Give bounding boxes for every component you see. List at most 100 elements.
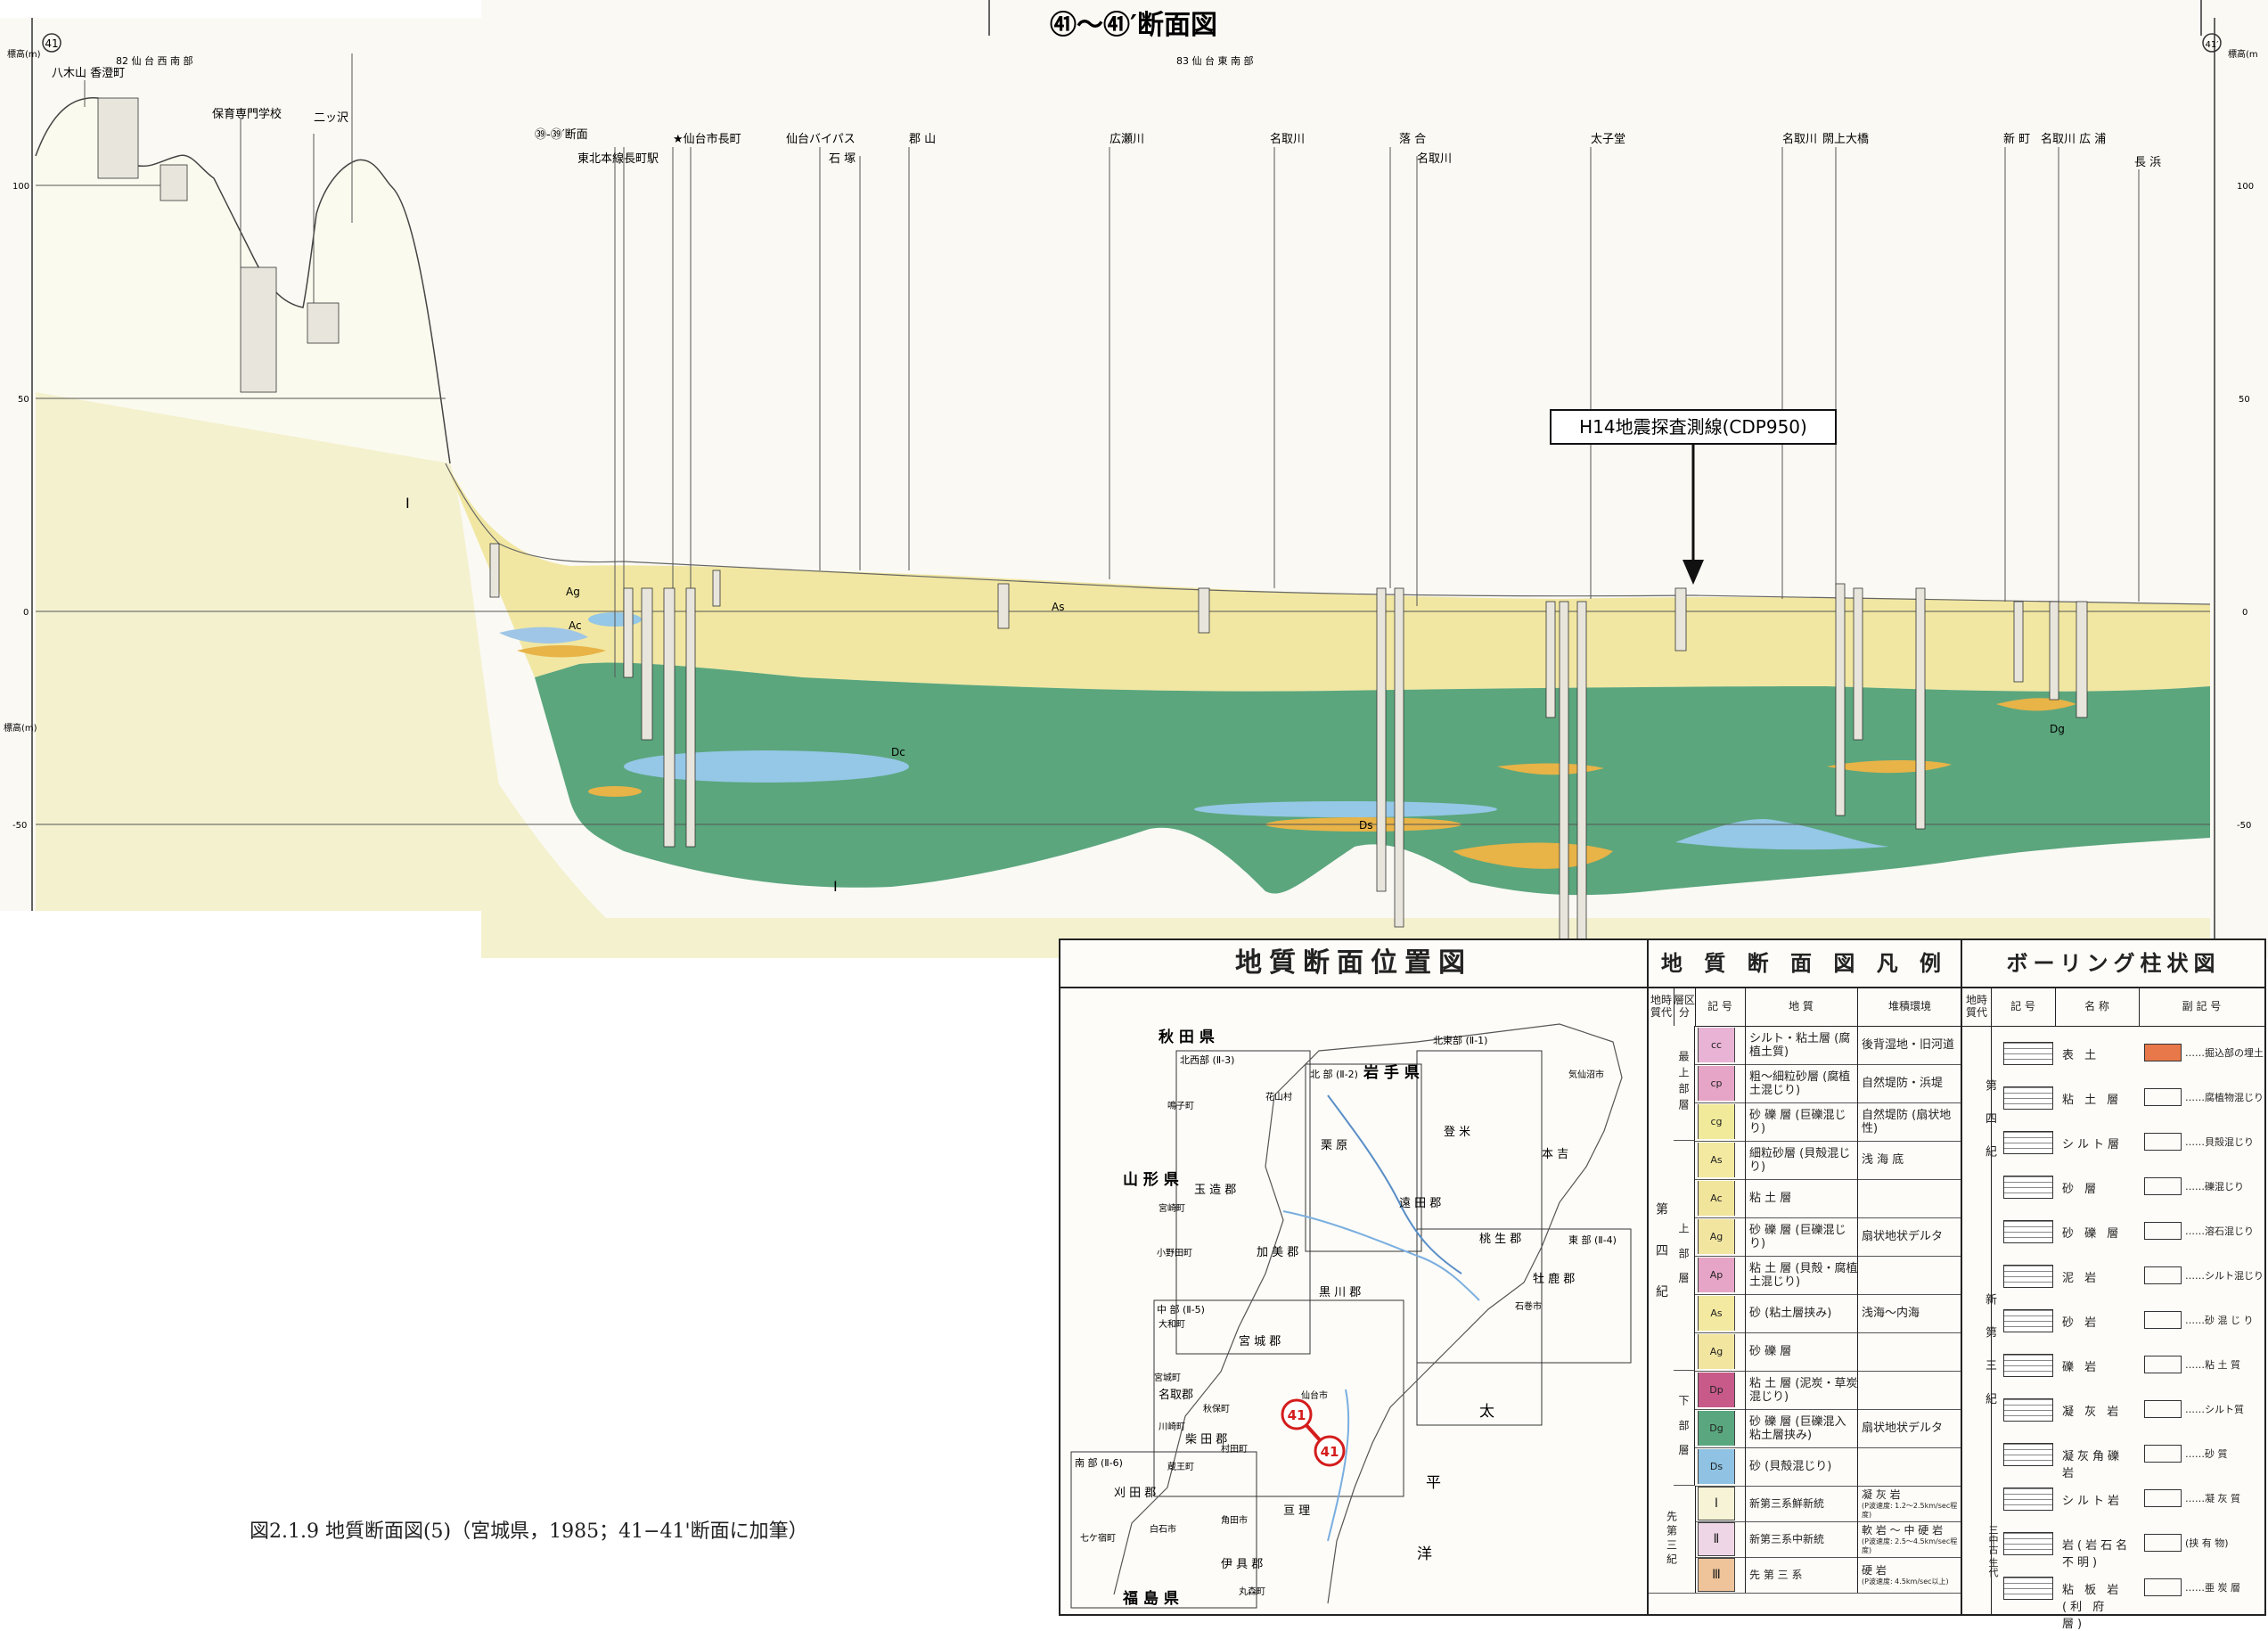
legend-environment: 後背湿地・旧河道 [1862,1038,1955,1052]
boring-row: 凝灰角礫岩 ……砂 質 [1962,1438,2264,1482]
district-label: 名取郡 [1159,1388,1193,1402]
boring-sub-symbol [2144,1400,2182,1418]
town-label: 宮崎町 [1159,1202,1185,1214]
legend-row: Ag 砂 礫 層 (巨礫混じり) 扇状地状デルタ [1649,1217,1961,1257]
legend-swatch: Ap [1698,1258,1735,1292]
boring-row: 礫 岩 ……粘 土 質 [1962,1348,2264,1393]
boring-row: シルト岩 ……凝 灰 質 [1962,1482,2264,1527]
place-label: 東北本線長町駅 [577,152,659,166]
place-label: 仙台バイパス [786,133,856,146]
boring-sub-symbol [2144,1133,2182,1151]
legend-group-label: 最上部層 [1674,1026,1695,1141]
section-legend-panel: 地 質 断 面 図 凡 例 地時質代 層区分 記 号 地 質 堆積環境 cc シル… [1649,940,1962,1614]
unit-label: Dc [891,746,905,758]
legend-basement-swatch: Ⅰ [1698,1487,1735,1520]
boring-sub-label: ……礫混じり [2185,1181,2244,1193]
boring-name: 凝 灰 岩 [2062,1406,2123,1419]
district-label: 栗 原 [1321,1139,1347,1152]
town-label: 秋保町 [1203,1403,1230,1414]
place-label: 石 塚 [829,152,856,166]
town-label: 丸森町 [1239,1586,1265,1597]
legend-geology: 砂 礫 層 (巨礫混じり) [1749,1108,1846,1135]
boring-symbol [2003,1443,2053,1466]
legend-basement-era: 新第三系鮮新統 [1749,1496,1825,1510]
boring-symbol [2003,1532,2053,1555]
boring-sub-symbol [2144,1445,2182,1463]
town-label: 蔵王町 [1167,1461,1194,1472]
place-label: 二ッ沢 [314,111,348,125]
legend-swatch: Ag [1698,1334,1735,1369]
district-label: 伊 具 郡 [1221,1558,1263,1571]
legend-header-cell: 層区分 [1674,987,1696,1026]
boring-sub-label: ……溶石混じり [2185,1225,2254,1237]
unit-label: Ds [1359,819,1373,832]
legend-swatch: Ds [1698,1449,1735,1484]
boring-row: 砂 岩 ……砂 混 じ り [1962,1304,2264,1348]
district-label: 本 吉 [1542,1148,1568,1161]
legend-environment: 扇状地状デルタ [1862,1422,1944,1435]
unit-label: Ag [566,586,580,598]
sheet-label: 中 部 (Ⅱ-5) [1157,1303,1205,1315]
boring-row: 泥 岩 ……シルト混じり [1962,1259,2264,1304]
section-mark-label: 41 [1288,1407,1306,1423]
legend-basement-era-column: 先第三紀 [1649,1486,1696,1593]
legend-geology: 砂 礫 層 [1749,1345,1792,1358]
elev-tick: 50 [18,395,29,405]
boring-row: 岩(岩石名不明) (挟 有 物) [1962,1527,2264,1571]
prefecture-label: 秋 田 県 [1159,1028,1215,1046]
boring-sub-symbol [2144,1222,2182,1240]
boring-sub-symbol [2144,1534,2182,1552]
sea-label: 平 [1426,1474,1441,1492]
elev-tick-right: 100 [2237,182,2254,192]
boring-header-cell: 副 記 号 [2182,1000,2222,1012]
sea-label: 洋 [1417,1545,1432,1563]
legend-basement-era: 新第三系中新統 [1749,1532,1825,1545]
boring-sub-symbol [2144,1489,2182,1507]
legend-geology: 砂 礫 層 (巨礫混じり) [1749,1223,1846,1250]
map-title: 地質断面位置図 [1060,940,1647,988]
sea-label: 太 [1479,1403,1494,1421]
left-section-marker: 41 [45,37,58,50]
district-label: 牡 鹿 郡 [1533,1272,1575,1286]
right-section-marker: 41′ [2206,40,2220,50]
town-label: 気仙沼市 [1568,1069,1604,1080]
legend-basement-swatch: Ⅱ [1698,1522,1735,1556]
district-label: 亘 理 [1283,1504,1310,1518]
legend-swatch: Ag [1698,1219,1735,1254]
prefecture-label: 岩 手 県 [1363,1063,1420,1082]
legend-group-label: 上 部 層 [1674,1141,1695,1371]
boring-row: 粘 土 層 ……腐植物混じり [1962,1081,2264,1126]
boring-header-cell: 記 号 [1991,987,2056,1026]
boring-symbol [2003,1042,2053,1065]
place-label: 広瀬川 [1109,133,1144,146]
boring-sub-symbol [2144,1266,2182,1284]
legend-row: cc シルト・粘土層 (腐植土質) 後背湿地・旧河道 [1649,1026,1961,1065]
district-label: 玉 造 郡 [1194,1184,1236,1197]
place-label: 新 町 [2003,132,2030,146]
boring-row: 粘 板 岩 (利 府 層) ……亜 炭 層 [1962,1571,2264,1631]
boring-sub-symbol [2144,1177,2182,1195]
boring-symbol [2003,1131,2053,1154]
legend-rows: cc シルト・粘土層 (腐植土質) 後背湿地・旧河道 cp 粗～細粒砂層 (腐植土混じり… [1649,1026,1961,1614]
place-label: 保育専門学校 [212,107,282,121]
boring-name: シルト岩 [2062,1495,2124,1508]
legend-row: cg 砂 礫 層 (巨礫混じり) 自然堤防 (扇状地性) [1649,1102,1961,1142]
town-label: 鳴子町 [1167,1100,1194,1111]
legend-header-cell: 地時質代 [1649,987,1674,1026]
section-mark-label: 41 [1321,1444,1339,1460]
town-label: 花山村 [1265,1091,1292,1102]
prefecture-label: 山 形 県 [1123,1170,1179,1189]
sheet-label-east: 83 仙 台 東 南 部 [1176,54,1253,67]
boring-row: 凝 灰 岩 ……シルト質 [1962,1393,2264,1438]
district-label: 遠 田 郡 [1399,1197,1441,1210]
place-label: 郡 山 [909,133,936,146]
boring-sub-symbol [2144,1044,2182,1061]
town-label: 村田町 [1221,1443,1248,1455]
legend-geology: 砂 (貝殻混じり) [1749,1460,1832,1473]
sheet-label-west: 82 仙 台 西 南 部 [116,54,192,67]
place-label: 名取川 広 浦 [2041,132,2106,146]
legend-title: 地 質 断 面 図 凡 例 [1649,940,1961,988]
place-label: 名取川 [1782,132,1817,146]
elevation-axis-label-right: 標高(m [2228,48,2258,60]
legend-swatch: cp [1698,1066,1735,1101]
